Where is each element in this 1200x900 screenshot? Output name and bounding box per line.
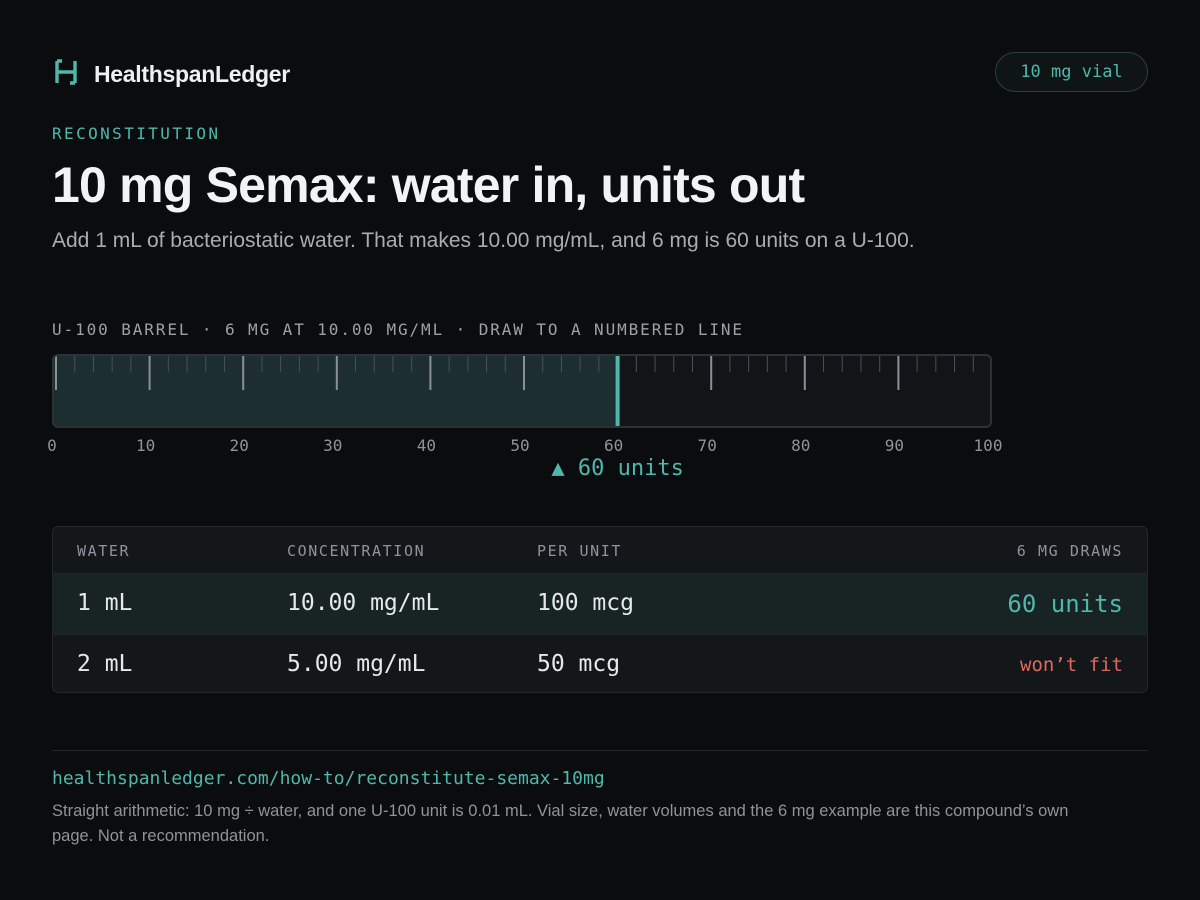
- brand[interactable]: HealthspanLedger: [54, 59, 290, 90]
- header-per-unit: PER UNIT: [537, 542, 623, 560]
- h-bracket-logo-icon: [54, 59, 78, 90]
- scale-label: 20: [229, 436, 249, 455]
- table-header: WATER CONCENTRATION PER UNIT 6 MG DRAWS: [53, 527, 1147, 574]
- table-row: 2 mL 5.00 mg/mL 50 mcg won’t fit: [53, 635, 1147, 692]
- scale-label: 0: [47, 436, 57, 455]
- scale-label: 40: [416, 436, 437, 455]
- scale-label: 30: [323, 436, 343, 455]
- section-eyebrow: RECONSTITUTION: [52, 124, 221, 143]
- scale-label: 90: [884, 436, 905, 455]
- cell-concentration: 5.00 mg/mL: [287, 651, 426, 677]
- footer-divider: [52, 750, 1148, 751]
- header-draws: 6 MG DRAWS: [1016, 542, 1123, 560]
- barrel-graphic: [54, 356, 974, 426]
- scale-label: 50: [510, 436, 530, 455]
- cell-draws: won’t fit: [1020, 654, 1123, 676]
- cell-per-unit: 50 mcg: [537, 651, 621, 677]
- source-link[interactable]: healthspanledger.com/how-to/reconstitute…: [52, 768, 605, 789]
- fill-line: [615, 356, 620, 426]
- page-title: 10 mg Semax: water in, units out: [52, 157, 805, 213]
- footer-note: Straight arithmetic: 10 mg ÷ water, and …: [52, 802, 1069, 845]
- scale-label: 60: [603, 436, 624, 455]
- scale-label: 80: [791, 436, 811, 455]
- header-concentration: CONCENTRATION: [287, 542, 426, 560]
- cell-draws: 60 units: [1007, 590, 1123, 618]
- table-row: 1 mL 10.00 mg/mL 100 mcg 60 units: [53, 574, 1147, 635]
- page-subtitle: Add 1 mL of bacteriostatic water. That m…: [52, 229, 915, 252]
- scale-label: 70: [697, 436, 717, 455]
- fill-marker: ▲ 60 units: [551, 456, 684, 481]
- cell-water: 2 mL: [77, 651, 133, 677]
- syringe-barrel: [52, 354, 992, 428]
- dilution-table: WATER CONCENTRATION PER UNIT 6 MG DRAWS …: [52, 526, 1148, 693]
- scale-label: 10: [135, 436, 156, 455]
- vial-size-badge: 10 mg vial: [995, 52, 1148, 92]
- scale-label: 100: [973, 436, 1003, 455]
- cell-per-unit: 100 mcg: [537, 590, 634, 616]
- brand-name: HealthspanLedger: [94, 61, 290, 87]
- cell-concentration: 10.00 mg/mL: [287, 590, 440, 616]
- barrel-caption: U-100 BARREL · 6 MG AT 10.00 MG/ML · DRA…: [52, 320, 744, 339]
- header-water: WATER: [77, 542, 131, 560]
- cell-water: 1 mL: [77, 590, 133, 616]
